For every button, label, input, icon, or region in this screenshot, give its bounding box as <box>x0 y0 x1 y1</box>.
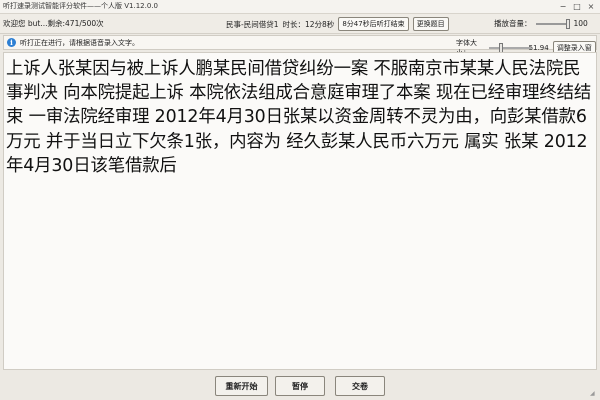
volume-slider[interactable] <box>535 18 570 29</box>
change-question-button[interactable]: 更换题目 <box>412 17 449 31</box>
info-bar: i 听打正在进行，请根据语音录入文字。 字体大小： 51.94 调整录入窗口 <box>3 35 597 64</box>
font-size-value: 51.94 <box>528 44 549 52</box>
window-title: 听打速录测试智能评分软件——个人版 V1.12.0.0 <box>3 2 158 10</box>
volume-control: 播放音量： 100 <box>494 18 588 29</box>
greeting-text: 欢迎您 <box>3 19 26 28</box>
category-label: 民事-民间借贷1 <box>226 19 279 29</box>
volume-value: 100 <box>573 19 588 28</box>
toolbar: 欢迎您 but...剩余:471/500次 民事-民间借贷1 时长：12分8秒 … <box>0 14 600 34</box>
finish-countdown-button[interactable]: 8分47秒后听打结束 <box>338 17 409 31</box>
maximize-button[interactable]: □ <box>570 0 584 13</box>
volume-slider-thumb[interactable] <box>565 18 570 29</box>
submit-button[interactable]: 交卷 <box>335 376 385 396</box>
volume-label: 播放音量： <box>494 19 532 28</box>
resize-grip-icon[interactable]: ◢ <box>590 390 598 398</box>
title-bar: 听打速录测试智能评分软件——个人版 V1.12.0.0 − □ × <box>0 0 600 14</box>
typing-input-area[interactable]: 上诉人张某因与被上诉人鹏某民间借贷纠纷一案 不服南京市某某人民法院民事判决 向本… <box>3 52 597 370</box>
window-controls: − □ × <box>556 0 598 13</box>
user-info: 欢迎您 but...剩余:471/500次 <box>3 18 104 29</box>
bottom-bar: 重新开始 暂停 交卷 ◢ <box>0 372 600 400</box>
session-info: 民事-民间借贷1 时长：12分8秒 8分47秒后听打结束 更换题目 <box>226 17 449 31</box>
close-button[interactable]: × <box>584 0 598 13</box>
volume-slider-track <box>535 22 570 25</box>
restart-button[interactable]: 重新开始 <box>215 376 268 396</box>
minimize-button[interactable]: − <box>556 0 570 13</box>
info-icon: i <box>7 38 16 47</box>
duration-value: 12分8秒 <box>304 19 335 29</box>
username: but... <box>27 19 48 28</box>
remaining-count: 剩余:471/500次 <box>47 19 104 28</box>
duration-label: 时长： <box>282 19 305 29</box>
pause-button[interactable]: 暂停 <box>275 376 325 396</box>
font-size-slider-track <box>489 47 532 49</box>
status-message: 听打正在进行，请根据语音录入文字。 <box>20 39 139 47</box>
